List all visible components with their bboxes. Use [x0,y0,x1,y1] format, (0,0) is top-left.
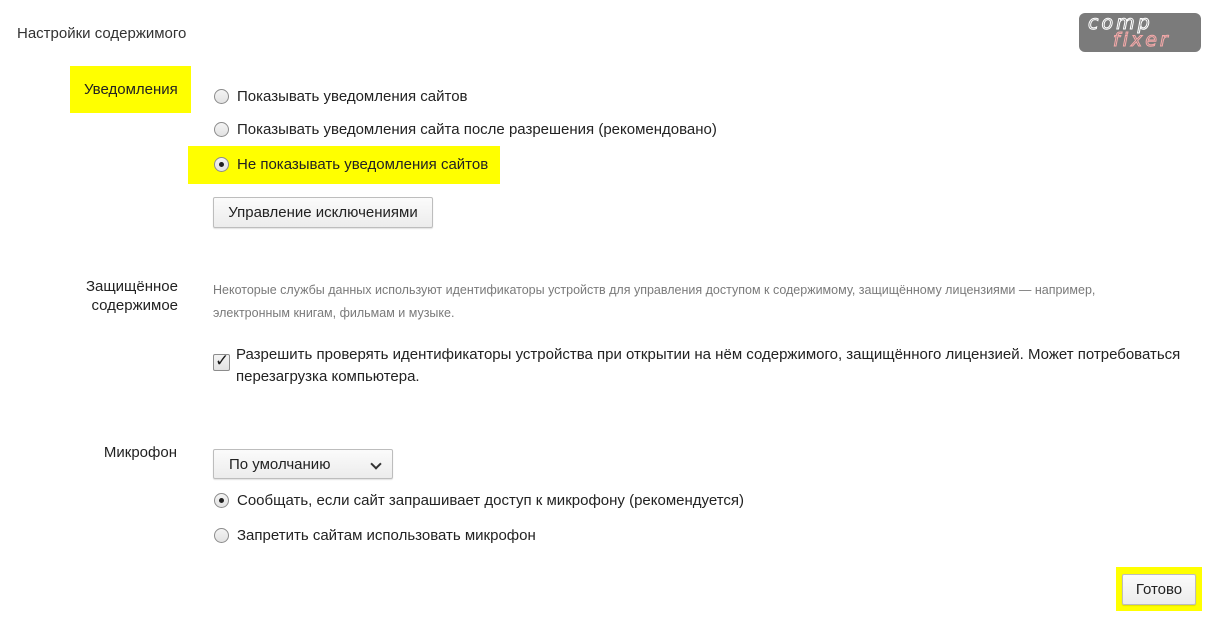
microphone-option-block[interactable]: Запретить сайтам использовать микрофон [214,527,536,544]
protected-content-description-line1: Некоторые службы данных используют идент… [213,283,1096,297]
notifications-label: Уведомления [84,81,178,98]
microphone-option-ask[interactable]: Сообщать, если сайт запрашивает доступ к… [214,492,744,509]
notifications-option-block[interactable]: Не показывать уведомления сайтов [214,156,488,173]
radio-button-selected[interactable] [214,493,229,508]
radio-button-selected[interactable] [214,157,229,172]
notifications-option-ask[interactable]: Показывать уведомления сайта после разре… [214,121,717,138]
radio-button[interactable] [214,89,229,104]
checkmark-icon: ✓ [215,351,230,371]
radio-button[interactable] [214,122,229,137]
protected-content-checkbox-label-line2: перезагрузка компьютера. [236,368,420,385]
radio-button[interactable] [214,528,229,543]
protected-content-label-line2: содержимое [91,297,178,314]
done-button[interactable]: Готово [1122,574,1196,605]
notifications-option-block-label: Не показывать уведомления сайтов [237,156,489,173]
protected-content-checkbox[interactable]: ✓ [213,351,230,371]
notifications-option-show[interactable]: Показывать уведомления сайтов [214,88,468,105]
microphone-option-block-label: Запретить сайтам использовать микрофон [237,527,536,544]
dialog-title: Настройки содержимого [17,25,187,42]
protected-content-label-line1: Защищённое [85,278,178,295]
protected-content-checkbox-label: Разрешить проверять идентификаторы устро… [236,344,1196,388]
chevron-down-icon [370,458,382,470]
compfixer-logo: comp fixer [1079,12,1201,52]
protected-content-label: Защищённое содержимое [60,277,178,315]
protected-content-checkbox-label-line1: Разрешить проверять идентификаторы устро… [236,346,1181,363]
microphone-option-ask-label: Сообщать, если сайт запрашивает доступ к… [237,492,745,509]
microphone-device-select-value: По умолчанию [229,456,331,473]
protected-content-description: Некоторые службы данных используют идент… [213,279,1173,325]
logo-text-fixer: fixer [1113,29,1171,52]
notifications-option-show-label: Показывать уведомления сайтов [237,88,468,105]
manage-exceptions-button[interactable]: Управление исключениями [213,197,433,228]
microphone-device-select[interactable]: По умолчанию [213,449,393,479]
notifications-option-ask-label: Показывать уведомления сайта после разре… [237,121,717,138]
protected-content-description-line2: электронным книгам, фильмам и музыке. [213,306,455,320]
microphone-label: Микрофон [103,444,177,461]
